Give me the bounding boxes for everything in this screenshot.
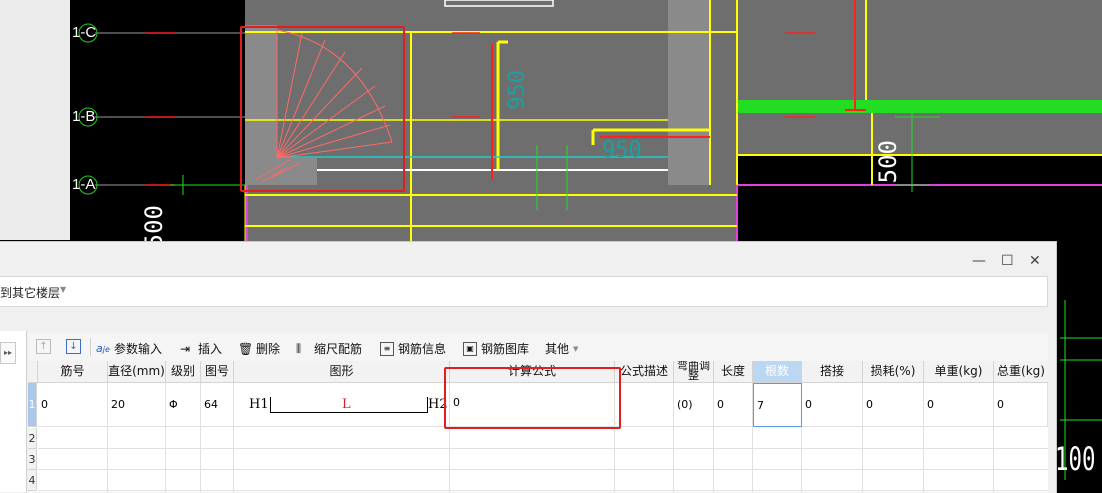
cell-diameter[interactable]: 20: [108, 383, 166, 427]
caret-down-icon: ▼: [573, 344, 579, 353]
arrow-up-icon: ↑: [36, 339, 51, 354]
scale-rebar-button[interactable]: ⫼ 缩尺配筋: [296, 340, 362, 357]
toolbar: ↑ ↓ aje 参数输入 ⇥ 插入 🗑 删除 ⫼ 缩尺配筋 ≡ 钢筋信息 ▣ 钢…: [28, 333, 1048, 361]
trash-icon: 🗑: [238, 341, 254, 356]
header-formula[interactable]: 计算公式: [450, 361, 615, 383]
rebar-table: 筋号 直径(mm) 级别 图号 图形 计算公式 公式描述 弯曲调整 长度 根数 …: [28, 361, 1048, 492]
header-bend-adjust[interactable]: 弯曲调整: [674, 361, 714, 383]
axis-label-1b: 1-B: [72, 108, 96, 125]
shape-label-h2: H2: [428, 397, 448, 412]
header-count[interactable]: 根数: [753, 361, 802, 383]
shape-label-l: L: [342, 397, 351, 412]
header-formula-desc[interactable]: 公式描述: [615, 361, 674, 383]
move-down-button[interactable]: ↓: [66, 339, 85, 354]
rebar-library-button[interactable]: ▣ 钢筋图库: [463, 340, 529, 357]
header-length[interactable]: 长度: [714, 361, 753, 383]
rebar-info-label: 钢筋信息: [398, 342, 447, 356]
floor-selector[interactable]: 到其它楼层 ▼: [0, 276, 1048, 307]
empty-rows-grid: [38, 427, 1048, 492]
other-menu-button[interactable]: 其他 ▼: [545, 340, 578, 357]
cell-shape[interactable]: H1 L H2: [234, 383, 450, 427]
cell-shape-no[interactable]: 64: [201, 383, 234, 427]
delete-button[interactable]: 🗑 删除: [238, 340, 280, 357]
list-icon: ≡: [380, 341, 394, 356]
row-number[interactable]: 2: [28, 428, 37, 449]
axis-label-1c: 1-C: [72, 24, 97, 41]
header-shape-no[interactable]: 图号: [201, 361, 234, 383]
arrow-down-icon: ↓: [66, 339, 81, 354]
cell-formula[interactable]: 0: [450, 383, 615, 427]
rebar-info-button[interactable]: ≡ 钢筋信息: [380, 340, 446, 357]
cell-total-weight[interactable]: 0: [994, 383, 1048, 427]
param-input-icon: aje: [96, 341, 110, 355]
bar-chart-icon: ⫼: [296, 341, 302, 355]
header-lap[interactable]: 搭接: [802, 361, 863, 383]
minimize-button[interactable]: —: [972, 253, 986, 269]
param-input-label: 参数输入: [114, 342, 163, 356]
header-diameter[interactable]: 直径(mm): [108, 361, 166, 383]
header-total-weight[interactable]: 总重(kg): [994, 361, 1048, 383]
insert-icon: ⇥: [180, 341, 191, 356]
rebar-library-label: 钢筋图库: [481, 342, 530, 356]
other-label: 其他: [545, 342, 570, 356]
header-corner: [28, 361, 38, 383]
row-number[interactable]: 3: [28, 449, 37, 470]
dimension-950-vertical: 950: [505, 70, 530, 110]
shape-label-h1: H1: [249, 397, 269, 412]
dimension-950-horizontal: 950: [602, 138, 642, 163]
cell-bend-adjust[interactable]: (0): [674, 383, 714, 427]
maximize-button[interactable]: ☐: [1001, 253, 1014, 269]
header-shape[interactable]: 图形: [234, 361, 450, 383]
cell-loss[interactable]: 0: [863, 383, 924, 427]
scale-rebar-label: 缩尺配筋: [314, 342, 363, 356]
dimension-100: 100: [1055, 440, 1096, 478]
cell-count[interactable]: 7: [753, 383, 802, 427]
row-number[interactable]: 4: [28, 470, 37, 491]
insert-button[interactable]: ⇥ 插入: [180, 340, 222, 357]
cell-unit-weight[interactable]: 0: [924, 383, 994, 427]
move-up-button[interactable]: ↑: [36, 339, 55, 354]
cell-grade[interactable]: Φ: [166, 383, 201, 427]
cell-formula-desc[interactable]: [615, 383, 674, 427]
cell-bar-no[interactable]: 0: [38, 383, 108, 427]
caret-down-icon: ▼: [60, 285, 67, 294]
header-loss[interactable]: 损耗(%): [863, 361, 924, 383]
insert-label: 插入: [198, 342, 223, 356]
cell-length[interactable]: 0: [714, 383, 753, 427]
floor-selector-label: 到其它楼层: [0, 286, 61, 300]
close-button[interactable]: ✕: [1029, 253, 1041, 269]
axis-label-1a: 1-A: [72, 176, 96, 193]
header-bar-no[interactable]: 筋号: [38, 361, 108, 383]
row-number[interactable]: 1: [28, 383, 37, 427]
cell-lap[interactable]: 0: [802, 383, 863, 427]
header-grade[interactable]: 级别: [166, 361, 201, 383]
param-input-button[interactable]: aje 参数输入: [96, 340, 162, 357]
delete-label: 删除: [256, 342, 281, 356]
image-library-icon: ▣: [463, 341, 477, 356]
expand-panel-button[interactable]: ▸▸: [0, 342, 16, 364]
dimension-500-right: 500: [874, 140, 902, 184]
header-unit-weight[interactable]: 单重(kg): [924, 361, 994, 383]
